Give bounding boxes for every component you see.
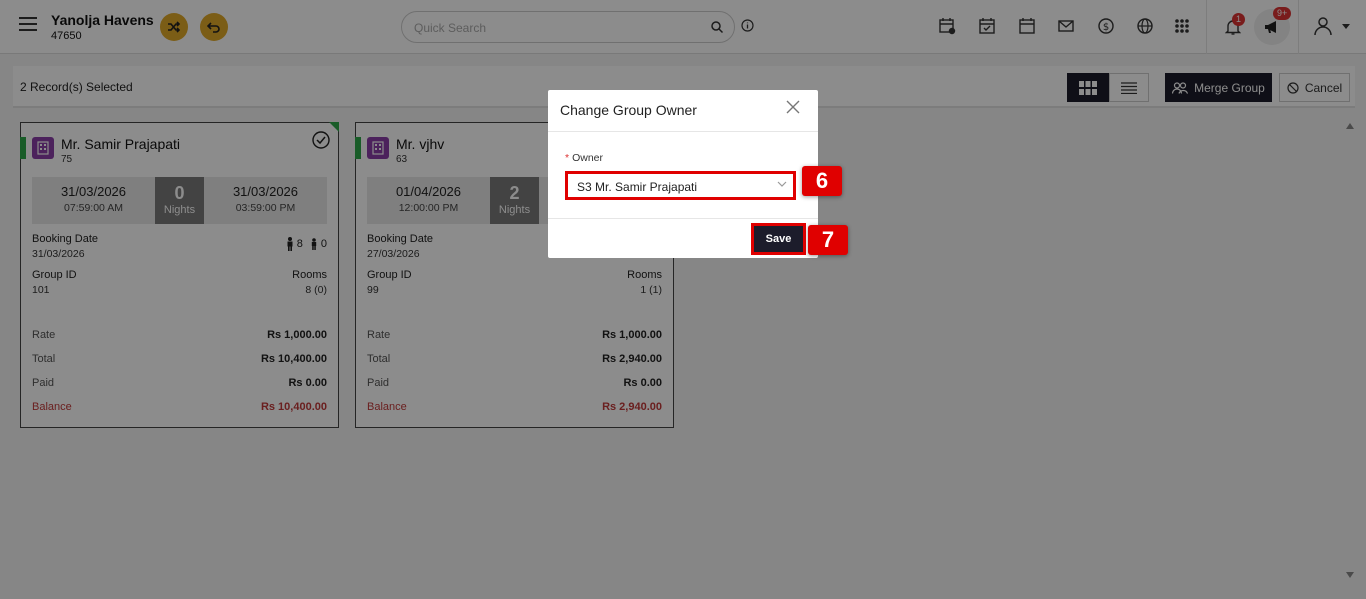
divider [548,131,818,132]
step-callout-7: 7 [808,225,848,255]
divider [548,218,818,219]
save-button[interactable]: Save [754,226,803,252]
owner-field-label: * Owner [565,152,603,164]
save-highlight: Save [751,223,806,255]
dialog-title: Change Group Owner [560,102,697,118]
change-group-owner-dialog: Change Group Owner * Owner S3 Mr. Samir P… [548,90,818,258]
chevron-down-icon [777,181,787,187]
owner-label-text: Owner [572,152,604,164]
owner-selected-value: S3 Mr. Samir Prajapati [577,180,698,194]
required-marker: * [565,152,570,164]
close-icon[interactable] [786,100,800,114]
step-callout-6: 6 [802,166,842,196]
owner-select[interactable]: S3 Mr. Samir Prajapati [565,171,796,200]
